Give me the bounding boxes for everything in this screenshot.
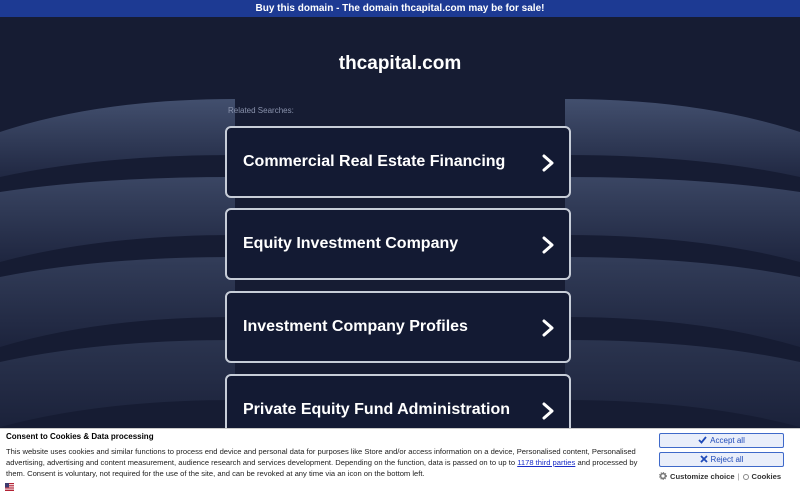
circle-icon <box>742 474 749 480</box>
related-link-label: Equity Investment Company <box>243 235 459 252</box>
chevron-right-icon <box>542 402 554 420</box>
customize-choice-label: Customize choice <box>670 472 735 481</box>
domain-sale-banner[interactable]: Buy this domain - The domain thcapital.c… <box>0 0 800 17</box>
reject-all-button[interactable]: Reject all <box>659 452 784 467</box>
gear-icon <box>659 472 667 480</box>
footer-separator: | <box>737 472 740 481</box>
site-title: thcapital.com <box>338 53 462 74</box>
related-link-investment-company-profiles[interactable]: Investment Company Profiles <box>225 291 571 363</box>
chevron-right-icon <box>542 319 554 337</box>
cookies-label: Cookies <box>751 472 782 481</box>
check-icon <box>698 436 707 444</box>
chevron-right-icon <box>542 154 554 172</box>
third-parties-link[interactable]: 1178 third parties <box>517 458 575 467</box>
related-link-label: Commercial Real Estate Financing <box>243 153 506 170</box>
related-link-label: Investment Company Profiles <box>243 318 468 335</box>
accept-all-label: Accept all <box>710 436 745 445</box>
related-searches-heading: Related Searches: <box>228 106 294 115</box>
customize-choice-link[interactable]: Customize choice <box>659 472 735 481</box>
consent-text: This website uses cookies and similar fu… <box>6 446 640 479</box>
related-link-equity-investment-company[interactable]: Equity Investment Company <box>225 208 571 280</box>
domain-sale-banner-text[interactable]: Buy this domain - The domain thcapital.c… <box>256 3 545 14</box>
x-icon <box>699 455 708 463</box>
related-link-commercial-real-estate-financing[interactable]: Commercial Real Estate Financing <box>225 126 571 198</box>
us-flag-icon[interactable] <box>5 483 14 491</box>
accept-all-button[interactable]: Accept all <box>659 433 784 448</box>
chevron-right-icon <box>542 236 554 254</box>
consent-title: Consent to Cookies & Data processing <box>6 432 154 441</box>
cookies-link[interactable]: Cookies <box>742 472 782 481</box>
consent-footer-links: Customize choice | Cookies <box>659 472 781 481</box>
reject-all-label: Reject all <box>710 455 744 464</box>
